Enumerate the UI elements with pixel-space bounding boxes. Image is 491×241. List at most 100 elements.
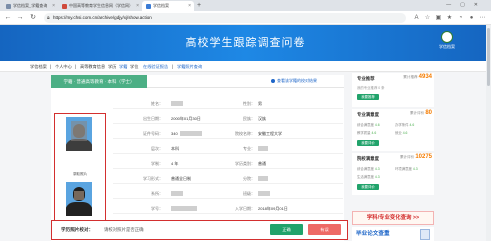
card-count: 累计评价 10275: [392, 154, 432, 160]
scrollbar-thumb[interactable]: [487, 28, 490, 86]
breadcrumb-nav: 学信档案 | 个人中心 | 高等教育信息 学历 学籍 学位 在线验证报告 | 学…: [0, 61, 491, 72]
score-item: 综合满意度 4.6: [357, 122, 380, 127]
chsi-logo[interactable]: 学信档案: [436, 31, 458, 55]
collections-icon[interactable]: ▣: [434, 13, 443, 23]
score-item: 教学质量 4.6: [357, 130, 376, 135]
browser-tab-3[interactable]: 学信档案 ×: [142, 1, 194, 11]
photo-caption: 录取照片: [72, 172, 88, 176]
browser-tab-2[interactable]: 中国高等教育学生信息网（学信网） ×: [58, 1, 142, 11]
score-label: 办学条件: [395, 123, 409, 127]
record-tab[interactable]: 学籍 · 普通高等教育 · 本科（学士）: [51, 75, 147, 88]
divider: [113, 138, 343, 139]
score-value: 4.6: [374, 123, 380, 127]
browser-tab-1[interactable]: 学信档案_学籍查询 ×: [2, 1, 58, 11]
read-aloud-icon[interactable]: A: [412, 13, 421, 23]
subnav-item-photo-query[interactable]: 学籍照片查询: [177, 61, 202, 72]
photo-verify-bar: 学历照片校对： 请校对照片是否正确 正确 有误: [51, 220, 348, 240]
major-satisfaction-card: 专业满意度 累计评价 80 综合满意度 4.6 办学条件 4.6 教学质量 4.…: [352, 109, 434, 151]
redacted-value: [180, 131, 202, 136]
score-item: 就业 4.6: [395, 130, 407, 135]
divider: [113, 108, 343, 109]
url-input[interactable]: 🔒︎ https://my.chsi.com.cn/archive/gdjy/x…: [44, 13, 406, 23]
subnav-item-xueji[interactable]: 学籍: [119, 61, 127, 72]
redacted-value: [171, 191, 183, 196]
divider: [113, 198, 343, 199]
card-title: 院校满意度: [357, 156, 379, 161]
reload-icon[interactable]: ↻: [28, 13, 38, 23]
field-label: 性别：: [243, 101, 255, 106]
subnav-item-personal[interactable]: 个人中心: [55, 61, 72, 72]
tab-favicon-icon: [6, 4, 11, 9]
thesis-check-banner[interactable]: 毕业论文查重: [352, 227, 434, 241]
favorite-star-icon[interactable]: ☆: [423, 13, 432, 23]
recommend-button[interactable]: 我要推荐: [357, 94, 379, 100]
close-icon[interactable]: ×: [136, 1, 139, 11]
field-value: 汉族: [258, 116, 266, 121]
view-result-link[interactable]: 查看该学籍的校对结果: [271, 77, 317, 85]
count-prefix: 累计评价: [399, 155, 415, 159]
divider: [113, 168, 343, 169]
field-label: 学号：: [151, 206, 163, 211]
tab-label: 中国高等教育学生信息网（学信网）: [69, 3, 133, 8]
field-value: 普通全日制: [171, 176, 191, 181]
redacted-value: [171, 206, 197, 211]
school-satisfaction-card: 院校满意度 累计评价 10275 综合满意度 4.3 环境满意度 4.3 生活满…: [352, 153, 434, 195]
field-label: 出生日期：: [143, 116, 163, 121]
score-label: 环境满意度: [395, 167, 412, 171]
redacted-value: [258, 191, 270, 196]
subnav-item-higher-edu[interactable]: 高等教育信息: [80, 61, 105, 72]
redacted-value: [258, 146, 268, 151]
page-scrollbar[interactable]: [486, 25, 491, 241]
major-change-query-banner[interactable]: 学科/专业变化查询 >>: [352, 211, 434, 225]
field-value: 安徽工程大学: [258, 131, 282, 136]
subnav-item-xuewei[interactable]: 学位: [130, 61, 138, 72]
card-title: 专业满意度: [357, 112, 379, 117]
forward-icon[interactable]: →: [15, 13, 25, 23]
favorites-list-icon[interactable]: ★: [445, 13, 454, 23]
back-icon[interactable]: ←: [3, 13, 13, 23]
profile-icon[interactable]: ●: [467, 13, 476, 23]
rate-major-button[interactable]: 我要评价: [357, 140, 379, 146]
history-icon[interactable]: ◔: [456, 13, 465, 23]
thesis-check-label: 毕业论文查重: [356, 231, 390, 237]
window-controls[interactable]: —▢✕: [446, 0, 487, 11]
wrong-button[interactable]: 有误: [308, 224, 341, 235]
verify-hint: 请校对照片是否正确: [104, 227, 144, 232]
logo-emblem-icon: [441, 31, 453, 43]
close-icon[interactable]: ×: [188, 1, 191, 11]
info-table: 姓名： 性别： 男 出生日期： 2000年01月30日 民族： 汉族 证件号码：…: [113, 101, 343, 236]
field-value: 本科: [171, 146, 179, 151]
correct-button[interactable]: 正确: [270, 224, 303, 235]
field-label: 姓名：: [151, 101, 163, 106]
card-sub: 我的专业推荐 0 条: [357, 86, 385, 90]
subnav-item-online-report[interactable]: 在线验证报告: [143, 61, 168, 72]
photo-mosaic: [71, 121, 87, 141]
rate-school-button[interactable]: 我要评价: [357, 184, 379, 190]
redacted-value: [258, 176, 268, 181]
browser-tab-bar: 学信档案_学籍查询 × 中国高等教育学生信息网（学信网） × 学信档案 × + …: [0, 0, 491, 11]
score-value: 4.3: [412, 167, 418, 171]
field-label: 民族：: [243, 116, 255, 121]
subnav-item-degree-xl[interactable]: 学历: [108, 61, 116, 72]
subnav-item-archive[interactable]: 学信档案: [30, 61, 47, 72]
field-label: 分院：: [243, 176, 255, 181]
more-menu-icon[interactable]: ⋯: [478, 13, 487, 23]
banner-title: 高校学生跟踪调查问卷: [185, 37, 306, 49]
new-tab-icon[interactable]: +: [197, 1, 201, 10]
view-result-label: 查看该学籍的校对结果: [277, 78, 317, 83]
verify-label: 学历照片校对：: [61, 227, 94, 232]
count-value: 80: [425, 110, 432, 116]
score-label: 综合满意度: [357, 123, 374, 127]
field-label: 学制：: [151, 161, 163, 166]
score-label: 教学质量: [357, 131, 371, 135]
lock-icon: 🔒︎: [47, 15, 50, 21]
field-label: 层次：: [151, 146, 163, 151]
close-icon[interactable]: ×: [52, 1, 55, 11]
field-label: 系所：: [151, 191, 163, 196]
photo-mosaic: [74, 191, 84, 200]
field-label: 专业：: [243, 146, 255, 151]
field-label: 学历类别：: [235, 161, 255, 166]
tab-label: 学信档案: [153, 3, 169, 8]
score-value: 4.6: [371, 131, 377, 135]
field-label: 院校名称：: [235, 131, 255, 136]
